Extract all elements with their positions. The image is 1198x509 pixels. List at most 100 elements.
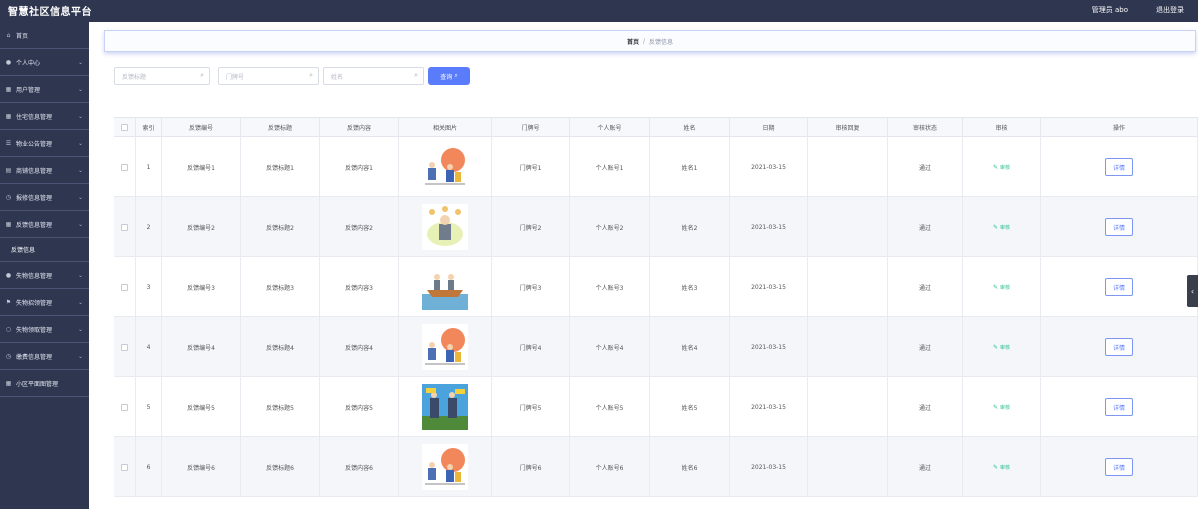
cell-index: 5 (136, 377, 162, 437)
feedback-title-input[interactable]: 反馈标题 ⌕ (114, 67, 210, 85)
cell-door: 门牌号3 (492, 257, 570, 317)
sidebar-item-label: 物业公告管理 (16, 140, 53, 148)
feedback-image[interactable] (422, 384, 468, 430)
row-checkbox[interactable] (121, 223, 128, 231)
door-number-placeholder: 门牌号 (226, 73, 245, 81)
sidebar-item-4[interactable]: ☰ 物业公告管理 ⌄ (0, 130, 89, 157)
approve-label: 审核 (1000, 224, 1011, 231)
cell-content: 反馈内容3 (320, 257, 399, 317)
chevron-left-icon: ‹ (1190, 286, 1195, 296)
current-user[interactable]: 管理员 abo (1092, 5, 1128, 15)
sidebar-item-7[interactable]: ▦ 反馈信息管理 ⌄ (0, 211, 89, 238)
cell-name: 姓名5 (650, 377, 730, 437)
image-cell (399, 257, 492, 317)
column-header: 个人账号 (570, 118, 650, 137)
table-row: 4 反馈编号4 反馈标题4 反馈内容4 门牌号4 个人账号4 姓名4 2021-03-15 通过… (114, 317, 1198, 377)
detail-button[interactable]: 详情 (1105, 158, 1133, 176)
row-checkbox-cell (114, 377, 136, 437)
cell-date: 2021-03-15 (730, 377, 808, 437)
feedback-title-placeholder: 反馈标题 (122, 73, 147, 81)
table-header: 索引 反馈编号 反馈标题 反馈内容 相关图片 门牌号 个人账号 姓名 日期 审核回复 审核状态 审核操… (114, 118, 1198, 137)
query-button[interactable]: 查询 ⌕ (428, 67, 470, 85)
detail-button[interactable]: 详情 (1105, 278, 1133, 296)
name-input[interactable]: 姓名 ⌕ (323, 67, 424, 85)
approve-link[interactable]: ✎ 审核 (993, 344, 1010, 351)
column-header: 操作 (1041, 118, 1198, 137)
sidebar-item-label: 失物招领管理 (16, 299, 53, 307)
feedback-image[interactable] (422, 204, 468, 250)
sidebar-item-9[interactable]: ● 失物信息管理 ⌄ (0, 262, 89, 289)
sidebar-item-2[interactable]: ▦ 用户管理 ⌄ (0, 76, 89, 103)
logout-link[interactable]: 退出登录 (1156, 5, 1184, 15)
edit-icon: ✎ (992, 403, 998, 411)
search-icon: ⌕ (454, 72, 458, 79)
row-checkbox[interactable] (121, 403, 128, 411)
grid-icon: ▦ (5, 112, 12, 120)
approve-link[interactable]: ✎ 审核 (993, 284, 1010, 291)
column-header: 相关图片 (399, 118, 492, 137)
edit-icon: ✎ (992, 463, 998, 471)
column-header: 反馈内容 (320, 118, 399, 137)
sidebar-item-3[interactable]: ▦ 住宅信息管理 ⌄ (0, 103, 89, 130)
table-row: 1 反馈编号1 反馈标题1 反馈内容1 门牌号1 个人账号1 姓名1 2021-03-15 通过… (114, 137, 1198, 197)
feedback-image[interactable] (422, 264, 468, 310)
cell-code: 反馈编号5 (162, 377, 241, 437)
cell-code: 反馈编号3 (162, 257, 241, 317)
cell-status: 通过 (888, 137, 963, 197)
search-icon: ⌕ (414, 71, 418, 79)
sidebar-item-label: 商铺信息管理 (16, 167, 53, 175)
sidebar-item-12[interactable]: ◷ 缴费信息管理 ⌄ (0, 343, 89, 370)
breadcrumb-home[interactable]: 首页 (627, 37, 639, 46)
row-checkbox[interactable] (121, 343, 128, 351)
column-header: 审核 (963, 118, 1041, 137)
row-checkbox[interactable] (121, 283, 128, 291)
sidebar-item-0[interactable]: ⌂ 首页 (0, 22, 89, 49)
approve-link[interactable]: ✎ 审核 (993, 464, 1010, 471)
cell-index: 2 (136, 197, 162, 257)
cell-title: 反馈标题1 (241, 137, 320, 197)
cell-name: 姓名2 (650, 197, 730, 257)
feedback-image[interactable] (422, 144, 468, 190)
cell-title: 反馈标题6 (241, 437, 320, 497)
approve-label: 审核 (1000, 404, 1011, 411)
building-icon: ▤ (5, 166, 12, 174)
checkbox[interactable] (121, 124, 128, 131)
table-row: 3 反馈编号3 反馈标题3 反馈内容3 门牌号3 个人账号3 姓名3 2021-03-15 通过… (114, 257, 1198, 317)
chevron-down-icon: ⌄ (77, 220, 83, 228)
sidebar-item-label: 反馈信息 (11, 247, 36, 254)
feedback-image[interactable] (422, 444, 468, 490)
detail-button[interactable]: 详情 (1105, 218, 1133, 236)
collapse-panel-button[interactable]: ‹ (1187, 275, 1198, 307)
column-header: 日期 (730, 118, 808, 137)
approve-link[interactable]: ✎ 审核 (993, 404, 1010, 411)
sidebar-subitem-8[interactable]: 反馈信息 (0, 238, 89, 262)
cell-content: 反馈内容2 (320, 197, 399, 257)
chevron-down-icon: ⌄ (77, 352, 83, 360)
sidebar-item-1[interactable]: ● 个人中心 ⌄ (0, 49, 89, 76)
person-icon: ● (5, 271, 12, 279)
approve-link[interactable]: ✎ 审核 (993, 164, 1010, 171)
edit-icon: ✎ (992, 283, 998, 291)
approve-cell: ✎ 审核 (963, 437, 1041, 497)
detail-button[interactable]: 详情 (1105, 338, 1133, 356)
breadcrumb: 首页 / 反馈信息 (104, 30, 1196, 52)
sidebar-item-10[interactable]: ⚑ 失物招领管理 ⌄ (0, 289, 89, 316)
row-checkbox[interactable] (121, 463, 128, 471)
sidebar-item-11[interactable]: ○ 失物领取管理 ⌄ (0, 316, 89, 343)
sidebar-item-5[interactable]: ▤ 商铺信息管理 ⌄ (0, 157, 89, 184)
cell-index: 4 (136, 317, 162, 377)
detail-button[interactable]: 详情 (1105, 458, 1133, 476)
column-header: 反馈标题 (241, 118, 320, 137)
query-button-label: 查询 (440, 73, 453, 81)
chevron-down-icon: ⌄ (77, 298, 83, 306)
row-checkbox[interactable] (121, 163, 128, 171)
door-number-input[interactable]: 门牌号 ⌕ (218, 67, 319, 85)
feedback-image[interactable] (422, 324, 468, 370)
home-icon: ⌂ (6, 31, 11, 39)
sidebar-item-13[interactable]: ▦ 小区平面图管理 (0, 370, 89, 397)
approve-link[interactable]: ✎ 审核 (993, 224, 1010, 231)
select-all-checkbox[interactable] (114, 118, 136, 137)
detail-button[interactable]: 详情 (1105, 398, 1133, 416)
breadcrumb-current: 反馈信息 (649, 38, 674, 46)
sidebar-item-6[interactable]: ◷ 报修信息管理 ⌄ (0, 184, 89, 211)
